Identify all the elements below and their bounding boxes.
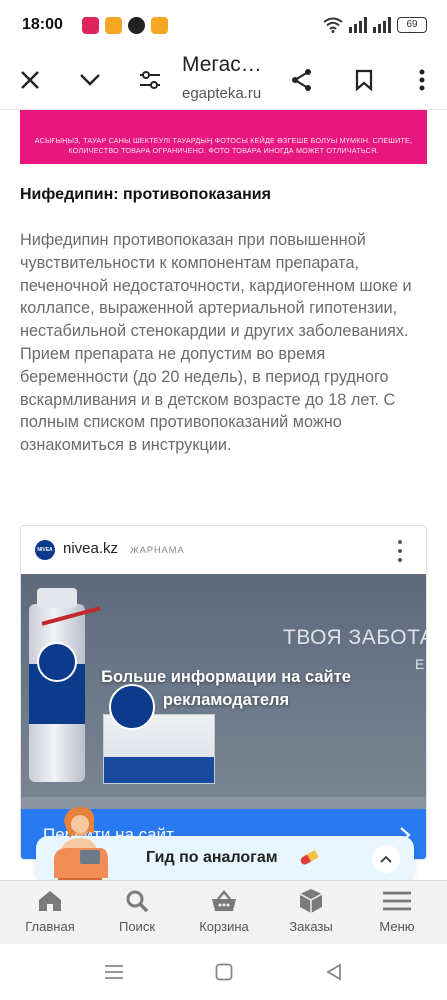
page-title[interactable]: Мегас…	[182, 53, 262, 77]
recents-icon[interactable]	[102, 960, 126, 984]
system-navigation	[0, 944, 447, 1000]
banner-disclaimer: АСЫҒЫҢЫЗ, ТАУАР САНЫ ШЕКТЕУЛІ ТАУАРДЫҢ Ф…	[34, 136, 413, 155]
bottom-navigation: Главная Поиск Корзина Заказы Меню	[0, 880, 447, 944]
browser-toolbar: Мегас… egapteka.ru	[0, 52, 447, 110]
chevron-down-icon[interactable]	[72, 62, 108, 98]
section-title: Нифедипин: противопоказания	[20, 186, 271, 203]
page-url[interactable]: egapteka.ru	[182, 85, 261, 102]
bottle-cap	[37, 588, 77, 608]
status-time: 18:00	[22, 16, 63, 33]
chevron-up-icon[interactable]	[372, 845, 400, 873]
pill-icon	[300, 850, 319, 865]
nav-item-cart[interactable]: Корзина	[184, 887, 264, 934]
app-notification-icon	[82, 17, 99, 34]
status-app-icons	[82, 17, 168, 34]
share-icon[interactable]	[284, 62, 320, 98]
more-vertical-icon[interactable]	[404, 62, 440, 98]
ad-more-icon[interactable]	[390, 540, 410, 562]
nav-item-menu[interactable]: Меню	[357, 887, 437, 934]
promo-banner[interactable]: АСЫҒЫҢЫЗ, ТАУАР САНЫ ШЕКТЕУЛІ ТАУАРДЫҢ Ф…	[20, 110, 427, 164]
bookmark-icon[interactable]	[346, 62, 382, 98]
home-icon	[36, 887, 64, 915]
nav-item-home[interactable]: Главная	[10, 887, 90, 934]
ad-image[interactable]: ТВОЯ ЗАБОТА Е Больше информации на сайте…	[21, 574, 427, 827]
app-notification-icon	[151, 17, 168, 34]
nav-item-orders[interactable]: Заказы	[271, 887, 351, 934]
app-notification-icon	[105, 17, 122, 34]
article-paragraph: Нифедипин противопоказан при повышенной …	[20, 231, 412, 455]
nav-label: Корзина	[199, 919, 249, 934]
advertiser-domain[interactable]: nivea.kz	[63, 540, 118, 557]
ad-header: NIVEA nivea.kz ЖАРНАМА	[21, 526, 426, 574]
wifi-icon	[323, 17, 343, 33]
mascot-illustration	[54, 806, 108, 884]
nav-label: Заказы	[289, 919, 333, 934]
ad-slogan: ТВОЯ ЗАБОТА	[283, 626, 427, 649]
status-bar: 18:00 69	[0, 0, 447, 52]
nav-label: Поиск	[118, 919, 156, 934]
filter-settings-icon[interactable]	[132, 62, 168, 98]
hamburger-icon	[383, 887, 411, 915]
nav-item-search[interactable]: Поиск	[97, 887, 177, 934]
status-indicators: 69	[323, 17, 427, 33]
basket-icon	[210, 887, 238, 915]
close-icon[interactable]	[12, 62, 48, 98]
back-triangle-icon[interactable]	[322, 960, 346, 984]
nav-label: Главная	[25, 919, 75, 934]
ad-overlay-text: Больше информации на сайте рекламодателя	[101, 668, 351, 709]
ad-slogan-tail: Е	[415, 656, 425, 672]
advertiser-logo: NIVEA	[35, 540, 55, 560]
battery-icon: 69	[397, 17, 427, 33]
signal-icon	[349, 17, 367, 33]
box-icon	[297, 887, 325, 915]
home-square-icon[interactable]	[212, 960, 236, 984]
app-notification-icon	[128, 17, 145, 34]
ad-label: ЖАРНАМА	[130, 545, 185, 556]
search-icon	[123, 887, 151, 915]
nav-label: Меню	[379, 919, 415, 934]
signal-icon	[373, 17, 391, 33]
analog-guide-label: Гид по аналогам	[146, 849, 278, 866]
